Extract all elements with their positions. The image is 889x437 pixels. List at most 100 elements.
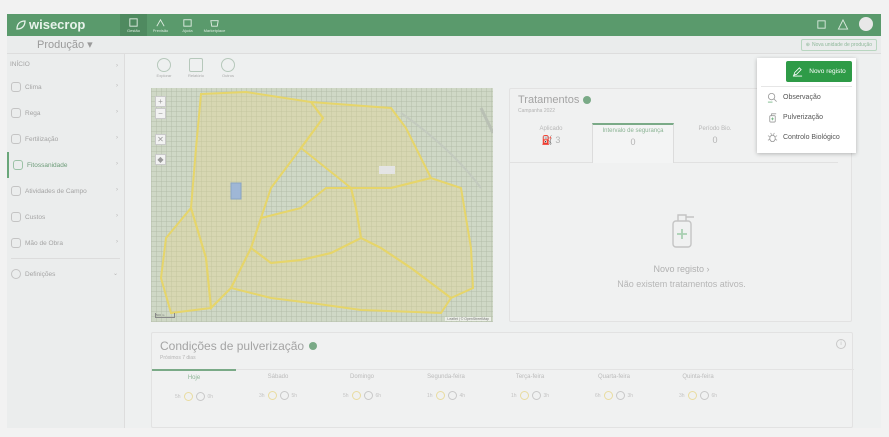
info-icon[interactable] (309, 342, 318, 350)
night-hours-value: 5h (291, 392, 298, 399)
sidebar-divider (11, 258, 120, 259)
sprayer-icon: ⛽ (541, 135, 553, 145)
spray-conditions-subtitle: Próximos 7 dias (160, 355, 196, 361)
sidebar: INÍCIO › Clima › Rega › Fertilização › F… (7, 54, 125, 428)
menu-item-controlo-biologico[interactable]: Controlo Biológico (761, 127, 852, 147)
map-tool-explore[interactable]: Explorar (152, 58, 176, 78)
settings-icon (11, 269, 21, 279)
map-tool-other[interactable]: Outros (216, 58, 240, 78)
workforce-icon (11, 238, 21, 248)
menu-item-pulverizacao[interactable]: Pulverização (761, 107, 852, 127)
map-tool-report[interactable]: Relatório (184, 58, 208, 78)
alert-icon[interactable] (837, 18, 849, 30)
notes-icon[interactable] (816, 19, 827, 30)
sidebar-item-label: INÍCIO (10, 60, 30, 68)
help-circle-icon[interactable]: i (836, 339, 846, 349)
sun-icon (687, 391, 697, 400)
top-nav: Gestão Previsão Ajuda Marketplace (120, 14, 228, 36)
target-icon (157, 58, 171, 72)
night-hours-value: 6h (375, 392, 382, 399)
moon-icon (363, 391, 373, 400)
topnav-management[interactable]: Gestão (120, 14, 147, 36)
fullscreen-icon[interactable]: ✕ (155, 134, 166, 145)
chevron-right-icon: › (116, 83, 118, 89)
topnav-marketplace[interactable]: Marketplace (201, 14, 228, 36)
sun-icon (435, 391, 445, 400)
avatar[interactable] (859, 17, 873, 31)
topnav-help[interactable]: Ajuda (174, 14, 201, 36)
map-scale: 500 m (155, 313, 175, 318)
tractor-icon (11, 186, 21, 196)
day-label: Quarta-feira (597, 374, 630, 380)
empty-message: Não existem tratamentos ativos. (617, 279, 746, 289)
day-hours-value: 5h (174, 393, 181, 400)
sidebar-item-atividades[interactable]: Atividades de Campo › (7, 178, 124, 204)
day-tab[interactable]: Segunda-feira 1h 4h (404, 370, 488, 410)
new-record-button[interactable]: Novo registo (786, 61, 852, 82)
new-unit-button[interactable]: ⊕ Nova unidade de produção (800, 39, 877, 51)
production-select[interactable]: Produção ▾ (37, 38, 93, 51)
day-hours: 1h 4h (404, 391, 488, 400)
chevron-right-icon: › (116, 109, 118, 115)
fertilizer-icon (11, 134, 21, 144)
new-record-link[interactable]: Novo registo › (510, 264, 853, 274)
logo[interactable]: wisecrop (15, 17, 85, 32)
info-icon[interactable] (583, 96, 592, 104)
sidebar-item-label: Clima (25, 83, 42, 91)
zoom-out-button[interactable]: − (155, 108, 166, 119)
day-hours: 5h 0h (152, 392, 236, 401)
tab-aplicado[interactable]: Aplicado ⛽ 3 (510, 123, 592, 163)
menu-item-observacao[interactable]: Observação (761, 87, 852, 107)
day-hours: 6h 3h (572, 391, 656, 400)
settings-icon (221, 58, 235, 72)
day-tabs: Hoje 5h 0h Sábado 3h 5h Domingo 5h 6h Se… (152, 369, 854, 410)
zoom-in-button[interactable]: + (155, 96, 166, 107)
day-tab[interactable]: Domingo 5h 6h (320, 370, 404, 410)
sun-icon (351, 391, 361, 400)
tab-periodo-bio[interactable]: Período Bio. 0 (674, 123, 756, 163)
sidebar-item-definicoes[interactable]: Definições ⌄ (7, 261, 124, 287)
day-label: Terça-feira (515, 374, 545, 380)
day-hours: 5h 6h (320, 391, 404, 400)
sidebar-item-clima[interactable]: Clima › (7, 74, 124, 100)
day-label: Quinta-feira (682, 374, 714, 380)
night-hours-value: 0h (207, 393, 214, 400)
topnav-forecast[interactable]: Previsão (147, 14, 174, 36)
help-icon (183, 19, 192, 27)
sidebar-item-rega[interactable]: Rega › (7, 100, 124, 126)
sun-icon (519, 391, 529, 400)
day-tab[interactable]: Quarta-feira 6h 3h (572, 370, 656, 410)
new-record-menu: Observação Pulverização Controlo Biológi… (761, 86, 852, 147)
day-tab[interactable]: Terça-feira 1h 3h (488, 370, 572, 410)
sidebar-item-fertilizacao[interactable]: Fertilização › (7, 126, 124, 152)
sidebar-item-mao-de-obra[interactable]: Mão de Obra › (7, 230, 124, 256)
field-map[interactable]: + − ✕ ◆ 500 m Leaflet | © OpenStreetMap (151, 88, 493, 322)
tab-intervalo[interactable]: Intervalo de segurança 0 (592, 123, 674, 163)
day-label: Hoje (187, 375, 201, 381)
day-tab[interactable]: Sábado 3h 5h (236, 370, 320, 410)
sun-icon (603, 391, 613, 400)
moon-icon (195, 392, 205, 401)
night-hours-value: 3h (627, 392, 634, 399)
tab-label: Intervalo de segurança (602, 128, 664, 134)
tab-label: Período Bio. (698, 126, 732, 132)
day-tab[interactable]: Hoje 5h 0h (152, 369, 236, 409)
top-right-controls (816, 17, 873, 31)
spray-conditions-card: Condições de pulverização Próximos 7 dia… (151, 332, 854, 428)
layers-icon[interactable]: ◆ (155, 154, 166, 165)
sidebar-item-fitossanidade[interactable]: Fitossanidade › (7, 152, 124, 178)
costs-icon (11, 212, 21, 222)
day-tab[interactable]: Quinta-feira 3h 6h (656, 370, 740, 410)
moon-icon (531, 391, 541, 400)
marketplace-icon (210, 20, 219, 27)
sidebar-item-custos[interactable]: Custos › (7, 204, 124, 230)
new-record-label: Novo registo (809, 68, 846, 75)
day-hours: 1h 3h (488, 391, 572, 400)
topnav-label: Marketplace (203, 28, 226, 33)
map-tool-label: Explorar (156, 73, 172, 78)
menu-item-label: Pulverização (783, 113, 824, 121)
sub-bar: Produção ▾ ⊕ Nova unidade de produção (7, 36, 881, 54)
chevron-right-icon: › (116, 63, 118, 69)
menu-item-label: Controlo Biológico (783, 133, 840, 141)
sidebar-item-home[interactable]: INÍCIO › (7, 54, 124, 74)
